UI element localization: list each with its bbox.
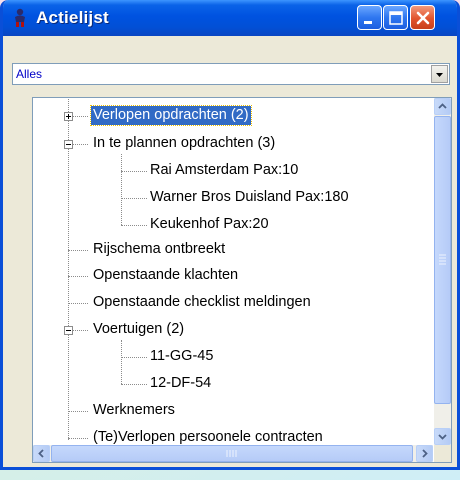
action-tree[interactable]: Verlopen opdrachten (2) In te plannen op… [32, 97, 452, 463]
tree-node-rai-amsterdam[interactable]: Rai Amsterdam Pax:10 [150, 161, 298, 180]
tree-guide-line [121, 154, 122, 225]
tree-node-werknemers[interactable]: Werknemers [93, 401, 175, 420]
scroll-down-button[interactable] [434, 428, 451, 445]
tree-node-vehicle-1[interactable]: 11-GG-45 [150, 347, 213, 366]
minimize-button[interactable] [357, 5, 382, 30]
title-bar[interactable]: Actielijst [3, 0, 457, 36]
person-icon [15, 8, 25, 27]
vertical-scroll-thumb[interactable] [434, 116, 451, 404]
tree-guide-line [121, 198, 147, 199]
chevron-right-icon [422, 449, 428, 458]
scrollbar-corner [434, 445, 451, 462]
tree-node-warner-bros[interactable]: Warner Bros Duisland Pax:180 [150, 188, 349, 207]
tree-node-keukenhof[interactable]: Keukenhof Pax:20 [150, 215, 269, 234]
close-button[interactable] [410, 5, 435, 30]
minus-icon [66, 144, 71, 145]
expand-toggle[interactable] [64, 112, 73, 121]
tree-node-klachten[interactable]: Openstaande klachten [93, 266, 238, 285]
scroll-right-button[interactable] [416, 445, 433, 462]
horizontal-scrollbar[interactable] [33, 445, 433, 462]
tree-node-in-te-plannen[interactable]: In te plannen opdrachten (3) [93, 134, 275, 153]
tree-guide-line [68, 411, 88, 412]
tree-guide-line [121, 357, 147, 358]
chevron-down-icon [438, 434, 447, 440]
filter-selected-value: Alles [16, 67, 43, 81]
filter-dropdown[interactable]: Alles [12, 63, 450, 85]
plus-icon [68, 114, 69, 119]
chevron-up-icon [438, 103, 447, 109]
close-icon [416, 11, 430, 25]
scroll-up-button[interactable] [434, 98, 451, 115]
tree-guide-line [68, 438, 88, 439]
maximize-icon [389, 11, 403, 25]
grip-icon [226, 450, 237, 457]
minimize-icon [364, 21, 372, 24]
tree-guide-line [121, 384, 147, 385]
grip-icon [439, 254, 446, 265]
tree-node-voertuigen[interactable]: Voertuigen (2) [93, 320, 184, 339]
tree-node-rijschema[interactable]: Rijschema ontbreekt [93, 240, 225, 259]
tree-guide-line [68, 303, 88, 304]
chevron-down-icon [436, 73, 443, 77]
tree-guide-line [121, 171, 147, 172]
dropdown-button[interactable] [431, 65, 448, 83]
scroll-left-button[interactable] [33, 445, 50, 462]
collapse-toggle[interactable] [64, 140, 73, 149]
maximize-button[interactable] [383, 5, 408, 30]
chevron-left-icon [38, 449, 44, 458]
tree-guide-line [121, 225, 147, 226]
actielijst-window: Actielijst Alles Verlopen opdrachten (2)… [0, 0, 460, 470]
horizontal-scroll-thumb[interactable] [51, 445, 413, 462]
tree-guide-line [121, 340, 122, 384]
vertical-scrollbar[interactable] [434, 98, 451, 462]
tree-guide-line [68, 250, 88, 251]
window-title: Actielijst [36, 8, 109, 27]
tree-guide-line [68, 276, 88, 277]
minus-icon [66, 330, 71, 331]
collapse-toggle[interactable] [64, 326, 73, 335]
tree-node-vehicle-2[interactable]: 12-DF-54 [150, 374, 211, 393]
tree-node-checklist[interactable]: Openstaande checklist meldingen [93, 293, 311, 312]
tree-node-verlopen-opdrachten[interactable]: Verlopen opdrachten (2) [90, 105, 252, 126]
